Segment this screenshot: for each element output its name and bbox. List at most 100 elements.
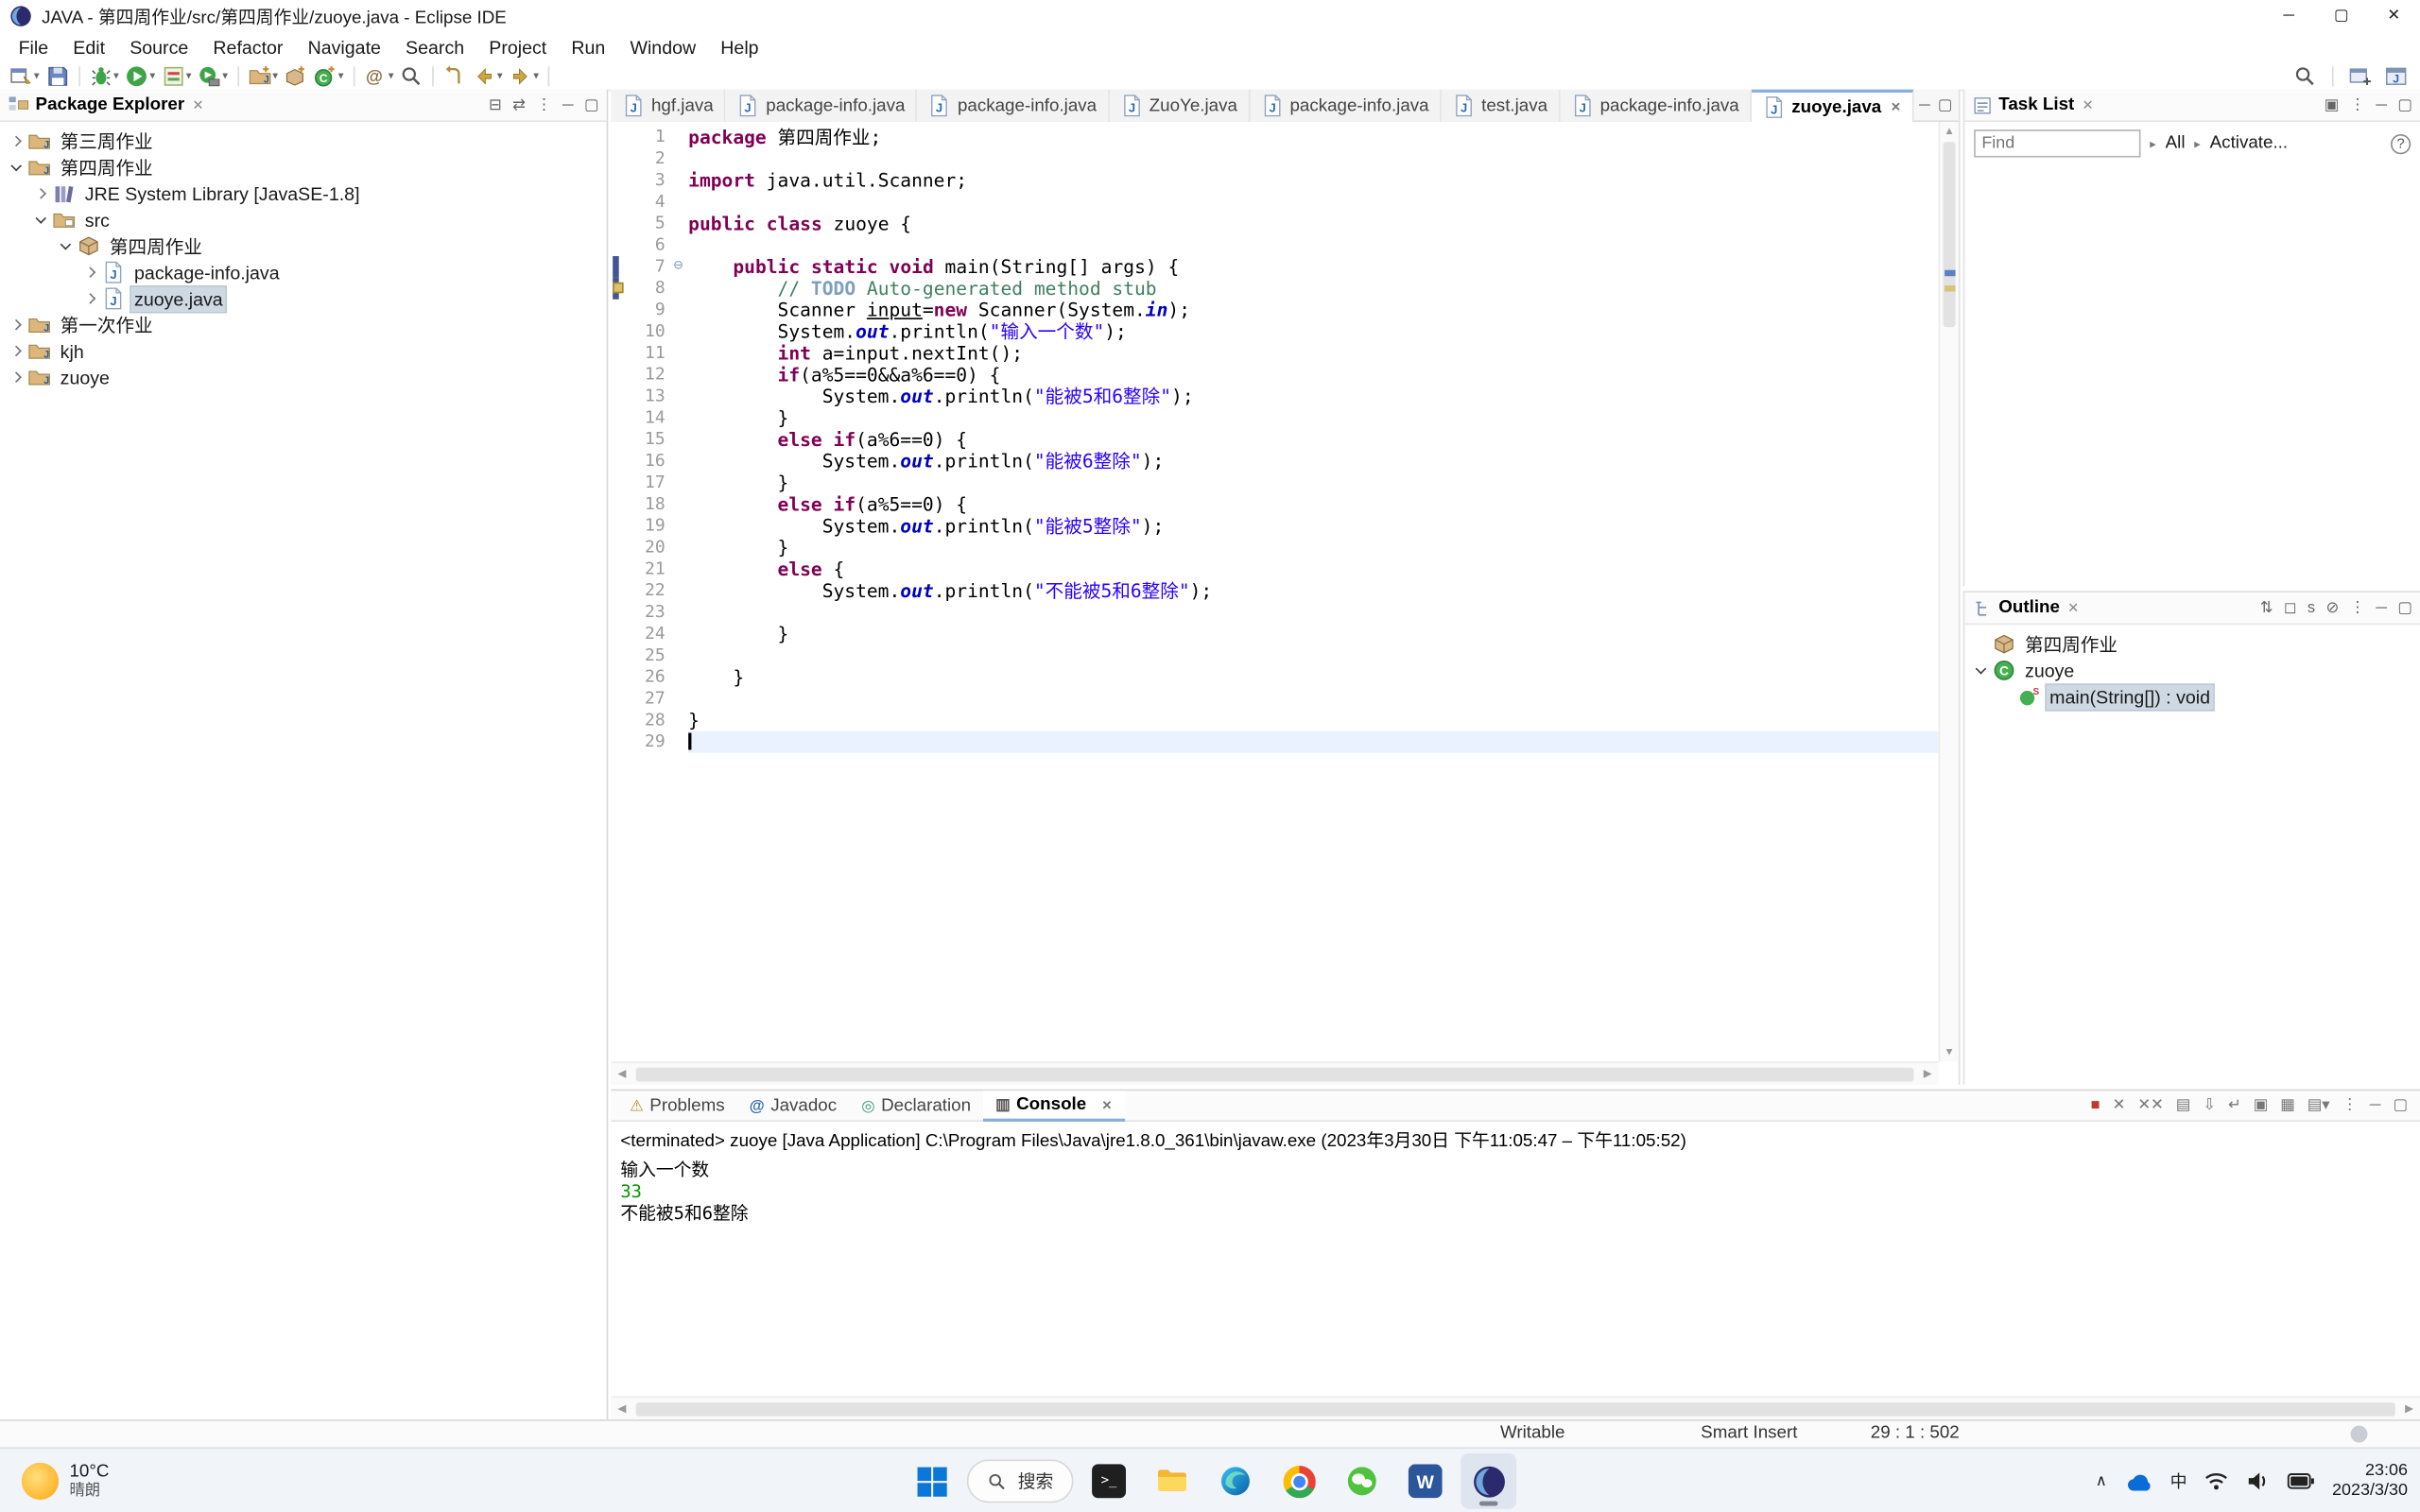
chrome-taskbar-button[interactable] <box>1270 1453 1326 1509</box>
java-perspective-button[interactable]: J <box>2381 62 2411 89</box>
package-explorer-item[interactable]: Jzuoye <box>0 364 607 390</box>
battery-icon[interactable] <box>2288 1472 2315 1491</box>
code-line[interactable]: 21 else { <box>612 558 1939 580</box>
close-button[interactable]: ✕ <box>2367 0 2420 32</box>
code-line[interactable]: 7⊖ public static void main(String[] args… <box>612 256 1939 278</box>
chevron-up-icon[interactable]: ∧ <box>2096 1472 2107 1489</box>
hide-static-icon[interactable]: ѕ <box>2308 599 2315 616</box>
code-line[interactable]: 1package 第四周作业; <box>612 127 1939 148</box>
package-explorer-item[interactable]: 第四周作业 <box>0 233 607 260</box>
wechat-taskbar-button[interactable] <box>1334 1453 1390 1509</box>
tree-collapsed-arrow-icon[interactable] <box>9 133 25 148</box>
scroll-left-icon[interactable]: ◀ <box>612 1068 633 1080</box>
line-number[interactable]: 7 <box>625 256 668 278</box>
editor-tab[interactable]: Jzuoye.java✕ <box>1752 90 1913 122</box>
display-icon[interactable]: ▦ <box>2280 1097 2294 1114</box>
line-number[interactable]: 11 <box>625 342 668 364</box>
line-number[interactable]: 29 <box>625 731 668 753</box>
remove-icon[interactable]: ✕ <box>2113 1097 2126 1114</box>
scroll-down-icon[interactable]: ▼ <box>1940 1043 1959 1062</box>
close-view-icon[interactable]: ✕ <box>2067 599 2079 616</box>
view-menu-icon[interactable]: ⋮ <box>536 96 551 113</box>
scroll-left-icon[interactable]: ◀ <box>612 1402 633 1415</box>
minimize-view-icon[interactable]: ─ <box>562 96 574 113</box>
new-java-project-button[interactable]: J▾ <box>245 62 281 89</box>
overview-occurrence-mark[interactable] <box>1945 270 1955 277</box>
code-line[interactable]: 13 System.out.println("能被5和6整除"); <box>612 386 1939 407</box>
code-line[interactable]: 14 } <box>612 407 1939 429</box>
tree-expanded-arrow-icon[interactable] <box>34 212 49 227</box>
code-line[interactable]: 8 // TODO Auto-generated method stub <box>612 278 1939 300</box>
line-number[interactable]: 25 <box>625 644 668 666</box>
eclipse-taskbar-button[interactable] <box>1461 1453 1516 1509</box>
line-number[interactable]: 15 <box>625 429 668 451</box>
external-tools-button[interactable]: ▾ <box>195 62 231 89</box>
editor-horizontal-scrollbar[interactable]: ◀ ▶ <box>612 1061 1939 1084</box>
line-number[interactable]: 26 <box>625 666 668 688</box>
max-view-icon[interactable]: ▢ <box>2394 1097 2408 1114</box>
view-menu-icon[interactable]: ⋮ <box>2350 96 2365 113</box>
console-horizontal-scrollbar[interactable]: ◀ ▶ <box>612 1397 2420 1419</box>
outline-item[interactable]: 第四周作业 <box>1964 631 2420 658</box>
code-line[interactable]: 26 } <box>612 666 1939 688</box>
package-explorer-item[interactable]: J第三周作业 <box>0 129 607 155</box>
line-number[interactable]: 28 <box>625 710 668 731</box>
open-console-icon[interactable]: ▤▾ <box>2308 1097 2330 1114</box>
line-number[interactable]: 27 <box>625 688 668 710</box>
line-number[interactable]: 22 <box>625 580 668 602</box>
line-number[interactable]: 10 <box>625 321 668 343</box>
line-number[interactable]: 13 <box>625 386 668 407</box>
bottom-tab-javadoc[interactable]: @Javadoc <box>737 1091 850 1122</box>
outline-item[interactable]: Smain(String[]) : void <box>1964 683 2420 710</box>
editor-tab[interactable]: Jpackage-info.java <box>918 90 1110 122</box>
code-editor[interactable]: 1package 第四周作业;23import java.util.Scanne… <box>612 122 1939 1061</box>
open-perspective-button[interactable] <box>2346 62 2376 89</box>
tree-collapsed-arrow-icon[interactable] <box>34 186 49 201</box>
line-number[interactable]: 18 <box>625 493 668 515</box>
code-line[interactable]: 16 System.out.println("能被6整除"); <box>612 451 1939 472</box>
tree-collapsed-arrow-icon[interactable] <box>9 343 25 358</box>
search-toolbar-button[interactable] <box>2290 62 2320 89</box>
clear-icon[interactable]: ▤ <box>2176 1097 2190 1114</box>
activate-link[interactable]: Activate... <box>2210 134 2288 153</box>
package-explorer-item[interactable]: J第一次作业 <box>0 312 607 338</box>
view-menu-icon[interactable]: ⋮ <box>2350 599 2365 616</box>
terminate-icon[interactable]: ■ <box>2091 1097 2100 1114</box>
package-explorer-item[interactable]: src <box>0 207 607 233</box>
bottom-tab-console[interactable]: ▥Console✕ <box>983 1091 1124 1122</box>
line-number[interactable]: 1 <box>625 127 668 148</box>
console-output[interactable]: 输入一个数33不能被5和6整除 <box>612 1156 2420 1227</box>
code-line[interactable]: 29 <box>612 731 1939 753</box>
coverage-button[interactable]: ▾ <box>158 62 194 89</box>
help-icon[interactable]: ? <box>2391 133 2411 153</box>
word-taskbar-button[interactable]: W <box>1397 1453 1453 1509</box>
code-line[interactable]: 24 } <box>612 624 1939 645</box>
package-explorer-item[interactable]: Jkjh <box>0 338 607 365</box>
overview-task-mark[interactable] <box>1945 285 1955 292</box>
minimize-button[interactable]: ─ <box>2262 0 2315 32</box>
code-line[interactable]: 19 System.out.println("能被5整除"); <box>612 515 1939 537</box>
start-button[interactable] <box>904 1453 959 1509</box>
menu-project[interactable]: Project <box>476 33 559 60</box>
link-with-editor-icon[interactable]: ⇄ <box>512 96 526 113</box>
close-tab-icon[interactable]: ✕ <box>1102 1098 1113 1112</box>
maximize-view-icon[interactable]: ▢ <box>584 96 598 113</box>
forward-button[interactable]: ▾ <box>506 62 542 89</box>
minimize-view-icon[interactable]: ─ <box>2376 96 2387 113</box>
close-view-icon[interactable]: ✕ <box>2082 96 2093 113</box>
line-number[interactable]: 2 <box>625 148 668 170</box>
line-number[interactable]: 19 <box>625 515 668 537</box>
close-view-icon[interactable]: ✕ <box>192 96 203 113</box>
menu-source[interactable]: Source <box>117 33 200 60</box>
collapse-all-icon[interactable]: ⊟ <box>489 96 502 113</box>
maximize-view-icon[interactable]: ▢ <box>2397 599 2411 616</box>
code-line[interactable]: 25 <box>612 644 1939 666</box>
file-explorer-taskbar-button[interactable] <box>1145 1453 1201 1509</box>
line-number[interactable]: 14 <box>625 407 668 429</box>
taskbar-clock[interactable]: 23:06 2023/3/30 <box>2332 1460 2408 1502</box>
code-line[interactable]: 12 if(a%5==0&&a%6==0) { <box>612 364 1939 386</box>
scrollbar-thumb[interactable] <box>636 1401 2395 1416</box>
remove-all-icon[interactable]: ✕✕ <box>2137 1097 2163 1114</box>
menu-file[interactable]: File <box>7 33 61 60</box>
minimize-editor-icon[interactable]: ─ <box>1919 96 1930 113</box>
